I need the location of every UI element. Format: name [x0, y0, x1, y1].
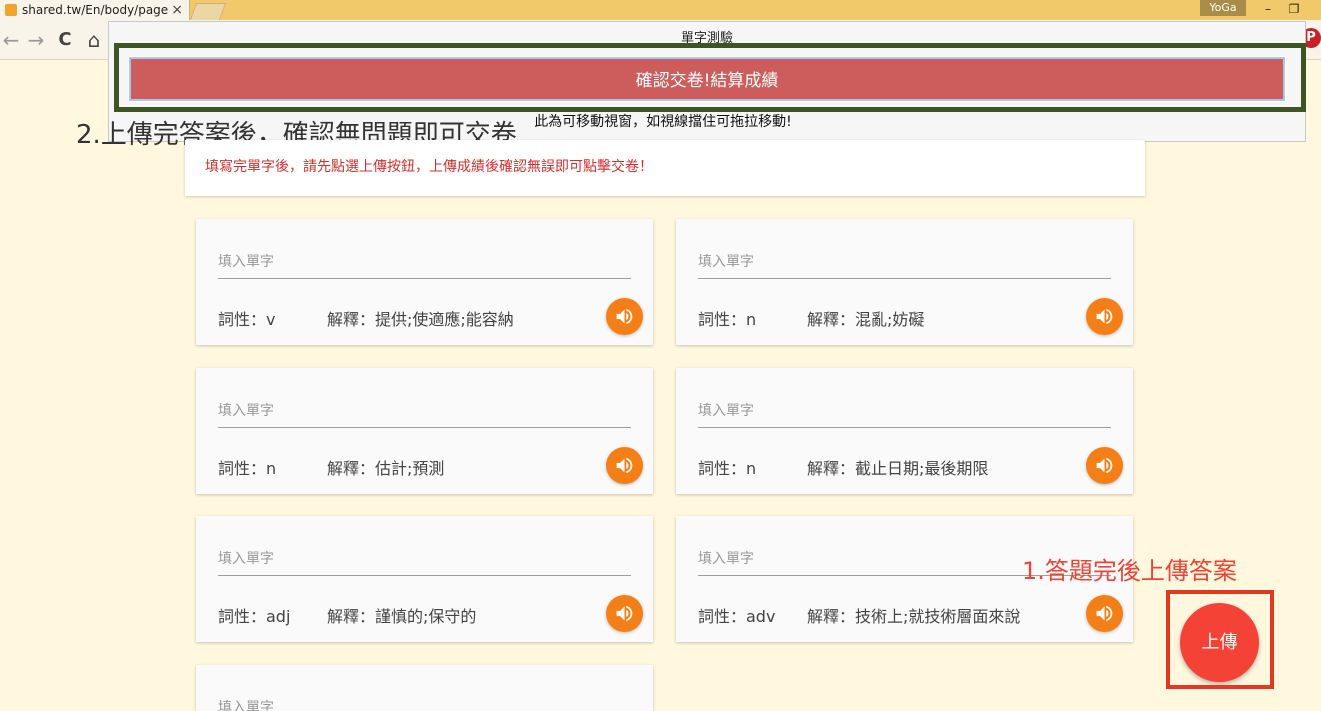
part-of-speech: 詞性：v: [218, 310, 276, 329]
reload-icon[interactable]: C: [54, 29, 76, 50]
notice-card: 填寫完單字後，請先點選上傳按鈕，上傳成績後確認無誤即可點擊交卷！: [185, 140, 1145, 196]
speak-button[interactable]: [606, 298, 643, 335]
part-of-speech: 詞性：n: [698, 310, 757, 329]
speak-button[interactable]: [1086, 447, 1123, 484]
forward-arrow-icon[interactable]: →: [25, 28, 47, 52]
highlight-box-upload: [1166, 590, 1274, 689]
volume-up-icon: [616, 605, 633, 622]
word-card: [196, 665, 653, 711]
definition: 解釋：技術上;就技術層面來說: [807, 607, 1021, 626]
new-tab-button[interactable]: [189, 3, 227, 20]
browser-titlebar: shared.tw/En/body/page × YoGa – ❐: [0, 0, 1321, 20]
annotation-step-1: 1.答題完後上傳答案: [1022, 557, 1237, 585]
restore-icon[interactable]: ❐: [1283, 0, 1305, 18]
back-arrow-icon[interactable]: ←: [0, 28, 22, 52]
speak-button[interactable]: [606, 595, 643, 632]
definition: 解釋：截止日期;最後期限: [807, 459, 989, 478]
rss-favicon-icon: [5, 4, 17, 16]
definition: 解釋：混亂;妨礙: [807, 310, 925, 329]
word-card: 詞性：n 解釋：估計;預測: [196, 368, 653, 494]
word-input[interactable]: [698, 245, 1111, 279]
highlight-box-submit: [114, 43, 1306, 112]
part-of-speech: 詞性：adv: [698, 607, 776, 626]
speak-button[interactable]: [1086, 298, 1123, 335]
speak-button[interactable]: [1086, 595, 1123, 632]
speak-button[interactable]: [606, 447, 643, 484]
part-of-speech: 詞性：adj: [218, 607, 291, 626]
volume-up-icon: [616, 457, 633, 474]
volume-up-icon: [616, 308, 633, 325]
home-icon[interactable]: ⌂: [83, 28, 105, 52]
part-of-speech: 詞性：n: [698, 459, 757, 478]
volume-up-icon: [1096, 605, 1113, 622]
notice-text: 填寫完單字後，請先點選上傳按鈕，上傳成績後確認無誤即可點擊交卷！: [205, 159, 653, 175]
volume-up-icon: [1096, 308, 1113, 325]
definition: 解釋：提供;使適應;能容納: [327, 310, 514, 329]
word-input[interactable]: [218, 542, 631, 576]
word-input[interactable]: [698, 394, 1111, 428]
definition: 解釋：估計;預測: [327, 459, 445, 478]
tab-title: shared.tw/En/body/page: [22, 3, 169, 17]
volume-up-icon: [1096, 457, 1113, 474]
browser-tab[interactable]: shared.tw/En/body/page ×: [0, 0, 190, 20]
definition: 解釋：謹慎的;保守的: [327, 607, 477, 626]
profile-badge[interactable]: YoGa: [1200, 0, 1246, 16]
word-input[interactable]: [218, 245, 631, 279]
tab-close-icon[interactable]: ×: [171, 0, 183, 20]
word-card: 詞性：n 解釋：混亂;妨礙: [676, 219, 1133, 345]
word-card: 詞性：adj 解釋：謹慎的;保守的: [196, 516, 653, 642]
part-of-speech: 詞性：n: [218, 459, 277, 478]
word-card: 詞性：n 解釋：截止日期;最後期限: [676, 368, 1133, 494]
word-input[interactable]: [218, 691, 631, 711]
minimize-icon[interactable]: –: [1257, 0, 1279, 18]
word-input[interactable]: [218, 394, 631, 428]
word-card: 詞性：v 解釋：提供;使適應;能容納: [196, 219, 653, 345]
